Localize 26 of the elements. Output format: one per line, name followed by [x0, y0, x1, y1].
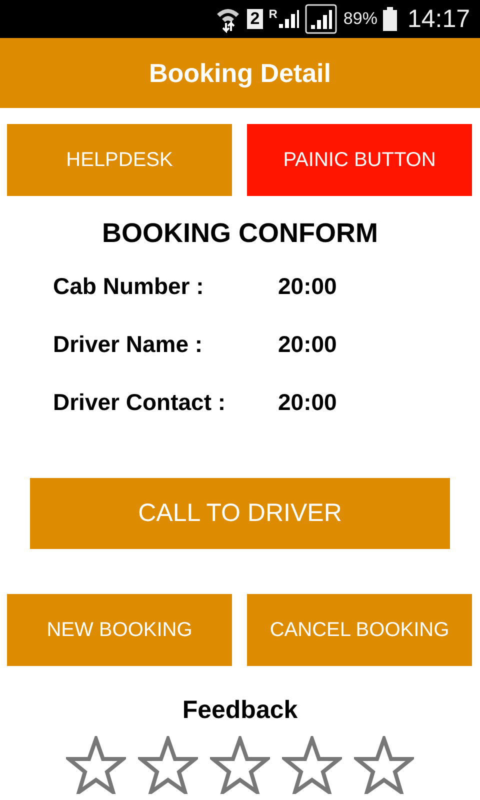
panic-button[interactable]: PAINIC BUTTON: [247, 124, 472, 196]
section-heading: BOOKING CONFORM: [101, 217, 379, 250]
action-button[interactable]: NEW BOOKING: [7, 594, 232, 666]
sim-badge: 2: [247, 9, 263, 29]
star-icon: [210, 736, 270, 794]
screen-title: Booking Detail: [148, 58, 331, 88]
call-button[interactable]: CALL TO DRIVER: [30, 478, 450, 549]
star-icon: [282, 736, 342, 794]
detail-label: Driver Name :: [53, 330, 204, 359]
star-icon: [66, 736, 126, 794]
signal-icon: [277, 8, 300, 30]
star-icon: [354, 736, 414, 794]
detail-value: 20:00: [278, 272, 338, 301]
detail-label: Cab Number :: [53, 272, 205, 301]
action-button[interactable]: HELPDESK: [7, 124, 232, 196]
action-button[interactable]: CANCEL BOOKING: [247, 594, 472, 666]
detail-value: 20:00: [278, 330, 338, 359]
signal-icon: [305, 4, 338, 34]
star-icon: [138, 736, 198, 794]
clock-time: 14:17: [407, 4, 470, 34]
detail-value: 20:00: [278, 388, 338, 417]
battery-level: 89%: [343, 9, 378, 29]
roaming-indicator: R: [268, 8, 278, 20]
detail-label: Driver Contact :: [53, 388, 227, 417]
battery-icon: [383, 7, 398, 31]
feedback-title: Feedback: [181, 695, 299, 726]
